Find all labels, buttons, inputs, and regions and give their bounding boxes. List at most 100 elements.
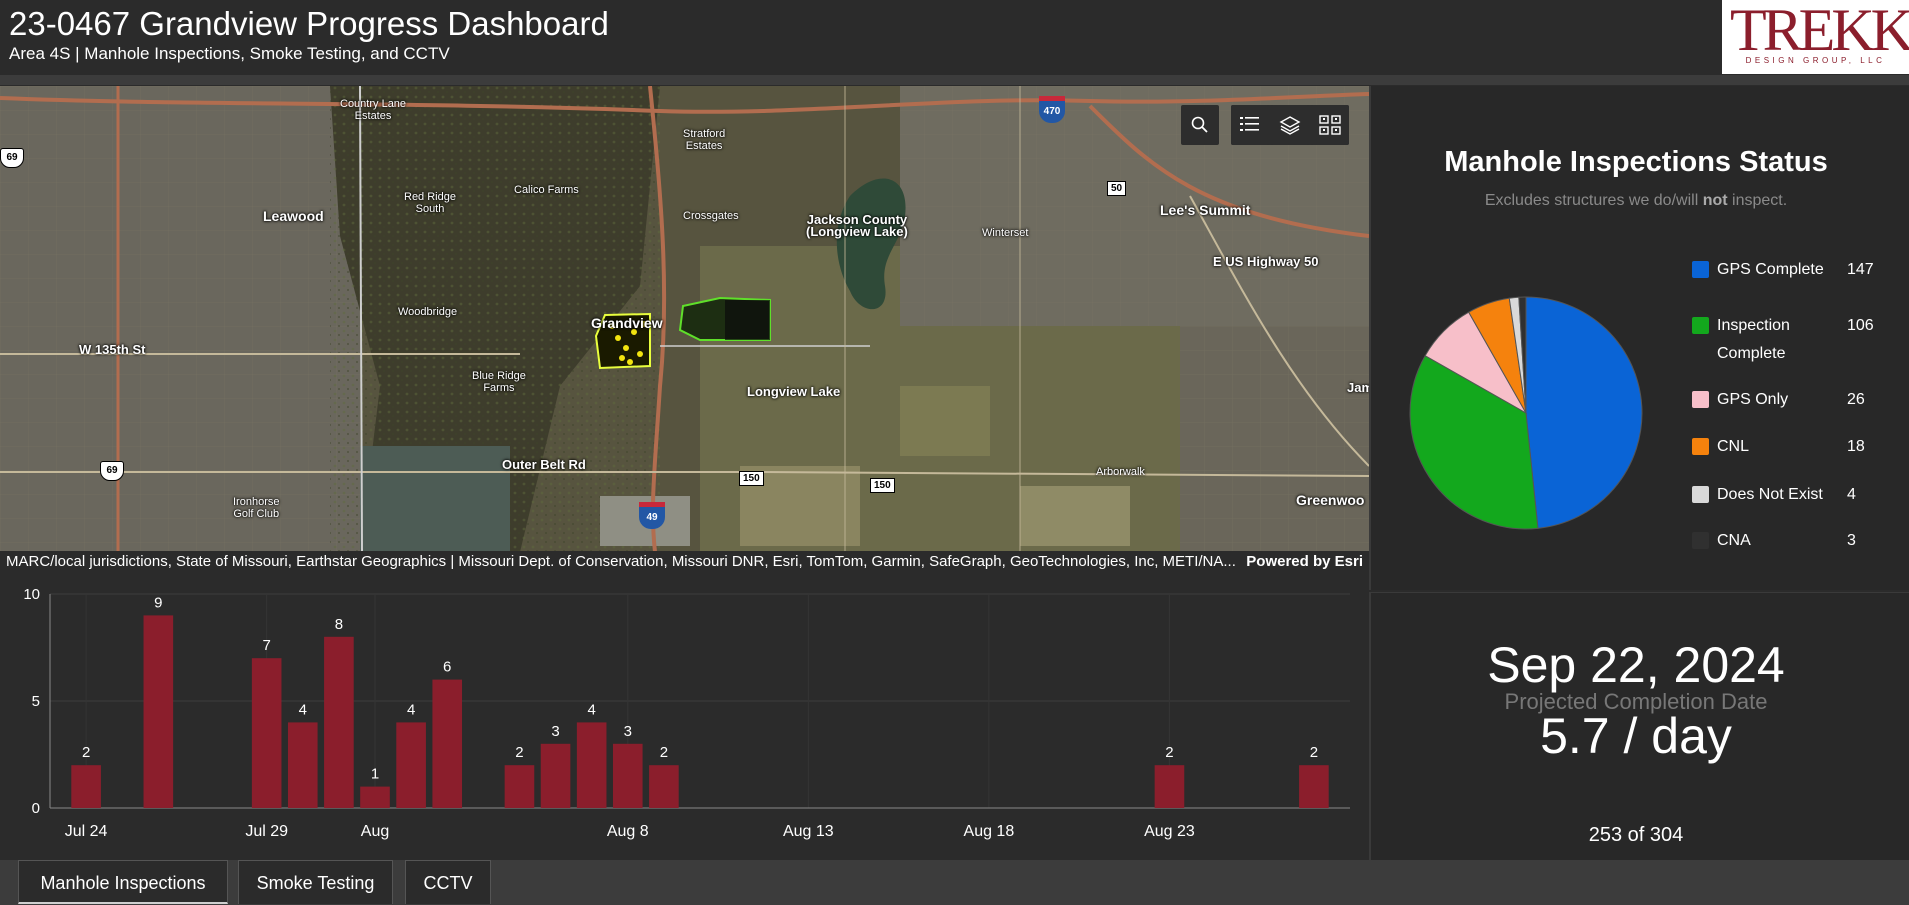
map-label-outer-belt: Outer Belt Rd [502, 457, 586, 472]
bar-value-label: 8 [335, 616, 343, 633]
bar[interactable] [143, 615, 174, 808]
bar[interactable] [576, 722, 607, 808]
legend-button[interactable] [1231, 105, 1269, 145]
map-label-arborwalk: Arborwalk [1096, 466, 1145, 478]
bar-value-label: 3 [624, 723, 632, 740]
legend-label: Inspection Complete [1717, 317, 1790, 362]
projected-completion-date: Sep 22, 2024 [1487, 637, 1785, 693]
y-tick-label: 10 [23, 586, 40, 603]
bar-value-label: 2 [82, 744, 90, 761]
map-view[interactable]: Country Lane Estates Leawood Red Ridge Sou… [0, 86, 1369, 552]
legend-swatch [1692, 486, 1709, 503]
y-tick-label: 0 [32, 800, 40, 817]
bar[interactable] [360, 786, 390, 808]
legend-swatch [1692, 261, 1709, 278]
inspection-rate: 5.7 / day [1540, 708, 1732, 764]
map-label-jackson-county: Jackson County (Longview Lake) [806, 212, 908, 239]
map-label-grandview: Grandview [591, 315, 663, 331]
legend-swatch [1692, 391, 1709, 408]
bar-value-label: 3 [551, 723, 559, 740]
map-label-ironhorse: Ironhorse Golf Club [233, 496, 280, 520]
legend-label: CNA [1717, 532, 1751, 549]
bar-value-label: 2 [1165, 744, 1173, 761]
inspection-count: 253 of 304 [1588, 824, 1684, 846]
legend-value: 106 [1847, 317, 1874, 334]
pie-slice-gps-complete[interactable] [1525, 296, 1643, 529]
list-icon [1240, 117, 1259, 131]
map-label-greenwood: Greenwoo [1296, 492, 1365, 508]
bar-value-label: 4 [407, 701, 415, 718]
legend-swatch [1692, 317, 1709, 334]
legend-swatch [1692, 438, 1709, 455]
projection-panel: Sep 22, 2024 Projected Completion Date 5… [1369, 592, 1909, 861]
legend-swatch [1692, 532, 1709, 549]
pie-chart-subtitle: Excludes structures we do/will not inspe… [1371, 192, 1901, 210]
bar-value-label: 2 [515, 744, 523, 761]
tab-smoke-testing[interactable]: Smoke Testing [238, 860, 393, 904]
map-label-lees-summit: Lee's Summit [1160, 202, 1251, 218]
map-label-longview-lake: Longview Lake [747, 384, 841, 399]
interstate-49-shield: 49 [639, 502, 665, 529]
map-label-stratford: Stratford Estates [683, 128, 726, 152]
map-basemap [0, 86, 1369, 552]
layers-icon [1279, 116, 1301, 135]
bar-value-label: 2 [660, 744, 668, 761]
bar[interactable] [540, 743, 571, 808]
bar-value-label: 9 [154, 594, 162, 611]
legend-value: 147 [1847, 261, 1874, 278]
legend-label: CNL [1717, 438, 1750, 455]
daily-inspections-chart: 0 5 10 Jul 24 Jul 29 Aug Aug 8 Aug 13 Aug 18 Aug … [0, 574, 1369, 860]
bar[interactable] [504, 765, 535, 808]
bar[interactable] [1299, 765, 1329, 808]
bar-value-label: 2 [1310, 744, 1318, 761]
x-tick-label: Aug 23 [1144, 823, 1195, 840]
bar[interactable] [324, 636, 354, 808]
map-label-winterset: Winterset [982, 227, 1029, 239]
logo-subtext: DESIGN GROUP, LLC [1745, 56, 1886, 65]
us-69-shield-bottom: 69 [100, 461, 124, 481]
x-tick-label: Aug 18 [964, 823, 1015, 840]
x-tick-label: Aug 13 [783, 823, 834, 840]
map-widget-group [1231, 105, 1349, 145]
header-divider [0, 75, 1909, 85]
bar[interactable] [71, 765, 101, 808]
map-label-crossgates: Crossgates [683, 210, 739, 222]
attribution-text[interactable]: MARC/local jurisdictions, State of Misso… [6, 551, 1246, 573]
legend-value: 3 [1847, 532, 1856, 549]
map-label-jam: Jam [1347, 380, 1369, 395]
map-label-w135: W 135th St [79, 342, 146, 357]
bar[interactable] [287, 722, 318, 808]
bar[interactable] [649, 765, 679, 808]
interstate-470-shield: 470 [1039, 96, 1065, 123]
bar-chart-svg: 0 5 10 Jul 24 Jul 29 Aug Aug 8 Aug 13 Aug 18 Aug … [23, 586, 1350, 840]
tab-manhole-inspections[interactable]: Manhole Inspections [18, 860, 228, 904]
legend-label: Does Not Exist [1717, 486, 1823, 503]
powered-by-esri[interactable]: Powered by Esri [1246, 551, 1363, 573]
basemap-gallery-button[interactable] [1311, 105, 1349, 145]
inspection-status-panel: Manhole Inspections Status Excludes stru… [1369, 86, 1909, 590]
bar[interactable] [432, 679, 463, 808]
x-tick-label: Jul 24 [65, 823, 108, 840]
bar-value-label: 4 [587, 701, 595, 718]
search-icon [1191, 116, 1208, 133]
route-150-shield-b: 150 [870, 478, 895, 493]
subtitle-text-post: inspect. [1727, 192, 1788, 209]
bar[interactable] [612, 743, 643, 808]
subtitle-text-pre: Excludes structures we do/will [1484, 192, 1703, 209]
logo-wordmark: TREKK [1730, 0, 1909, 63]
tab-cctv[interactable]: CCTV [405, 860, 491, 904]
map-label-blue-ridge: Blue Ridge Farms [472, 370, 526, 394]
bar[interactable] [396, 722, 426, 808]
x-tick-label: Jul 29 [245, 823, 288, 840]
map-label-red-ridge: Red Ridge South [404, 191, 456, 215]
us-69-shield-top: 69 [0, 148, 24, 168]
bar[interactable] [1154, 765, 1185, 808]
map-label-us-highway-50: E US Highway 50 [1213, 254, 1319, 269]
layers-button[interactable] [1271, 105, 1309, 145]
map-search-button[interactable] [1181, 105, 1219, 145]
route-150-shield-a: 150 [739, 471, 764, 486]
dashboard-tabs: Manhole Inspections Smoke Testing CCTV [0, 860, 1909, 905]
bar[interactable] [251, 658, 282, 808]
bar-value-label: 7 [262, 637, 270, 654]
x-tick-label: Aug [361, 823, 389, 840]
